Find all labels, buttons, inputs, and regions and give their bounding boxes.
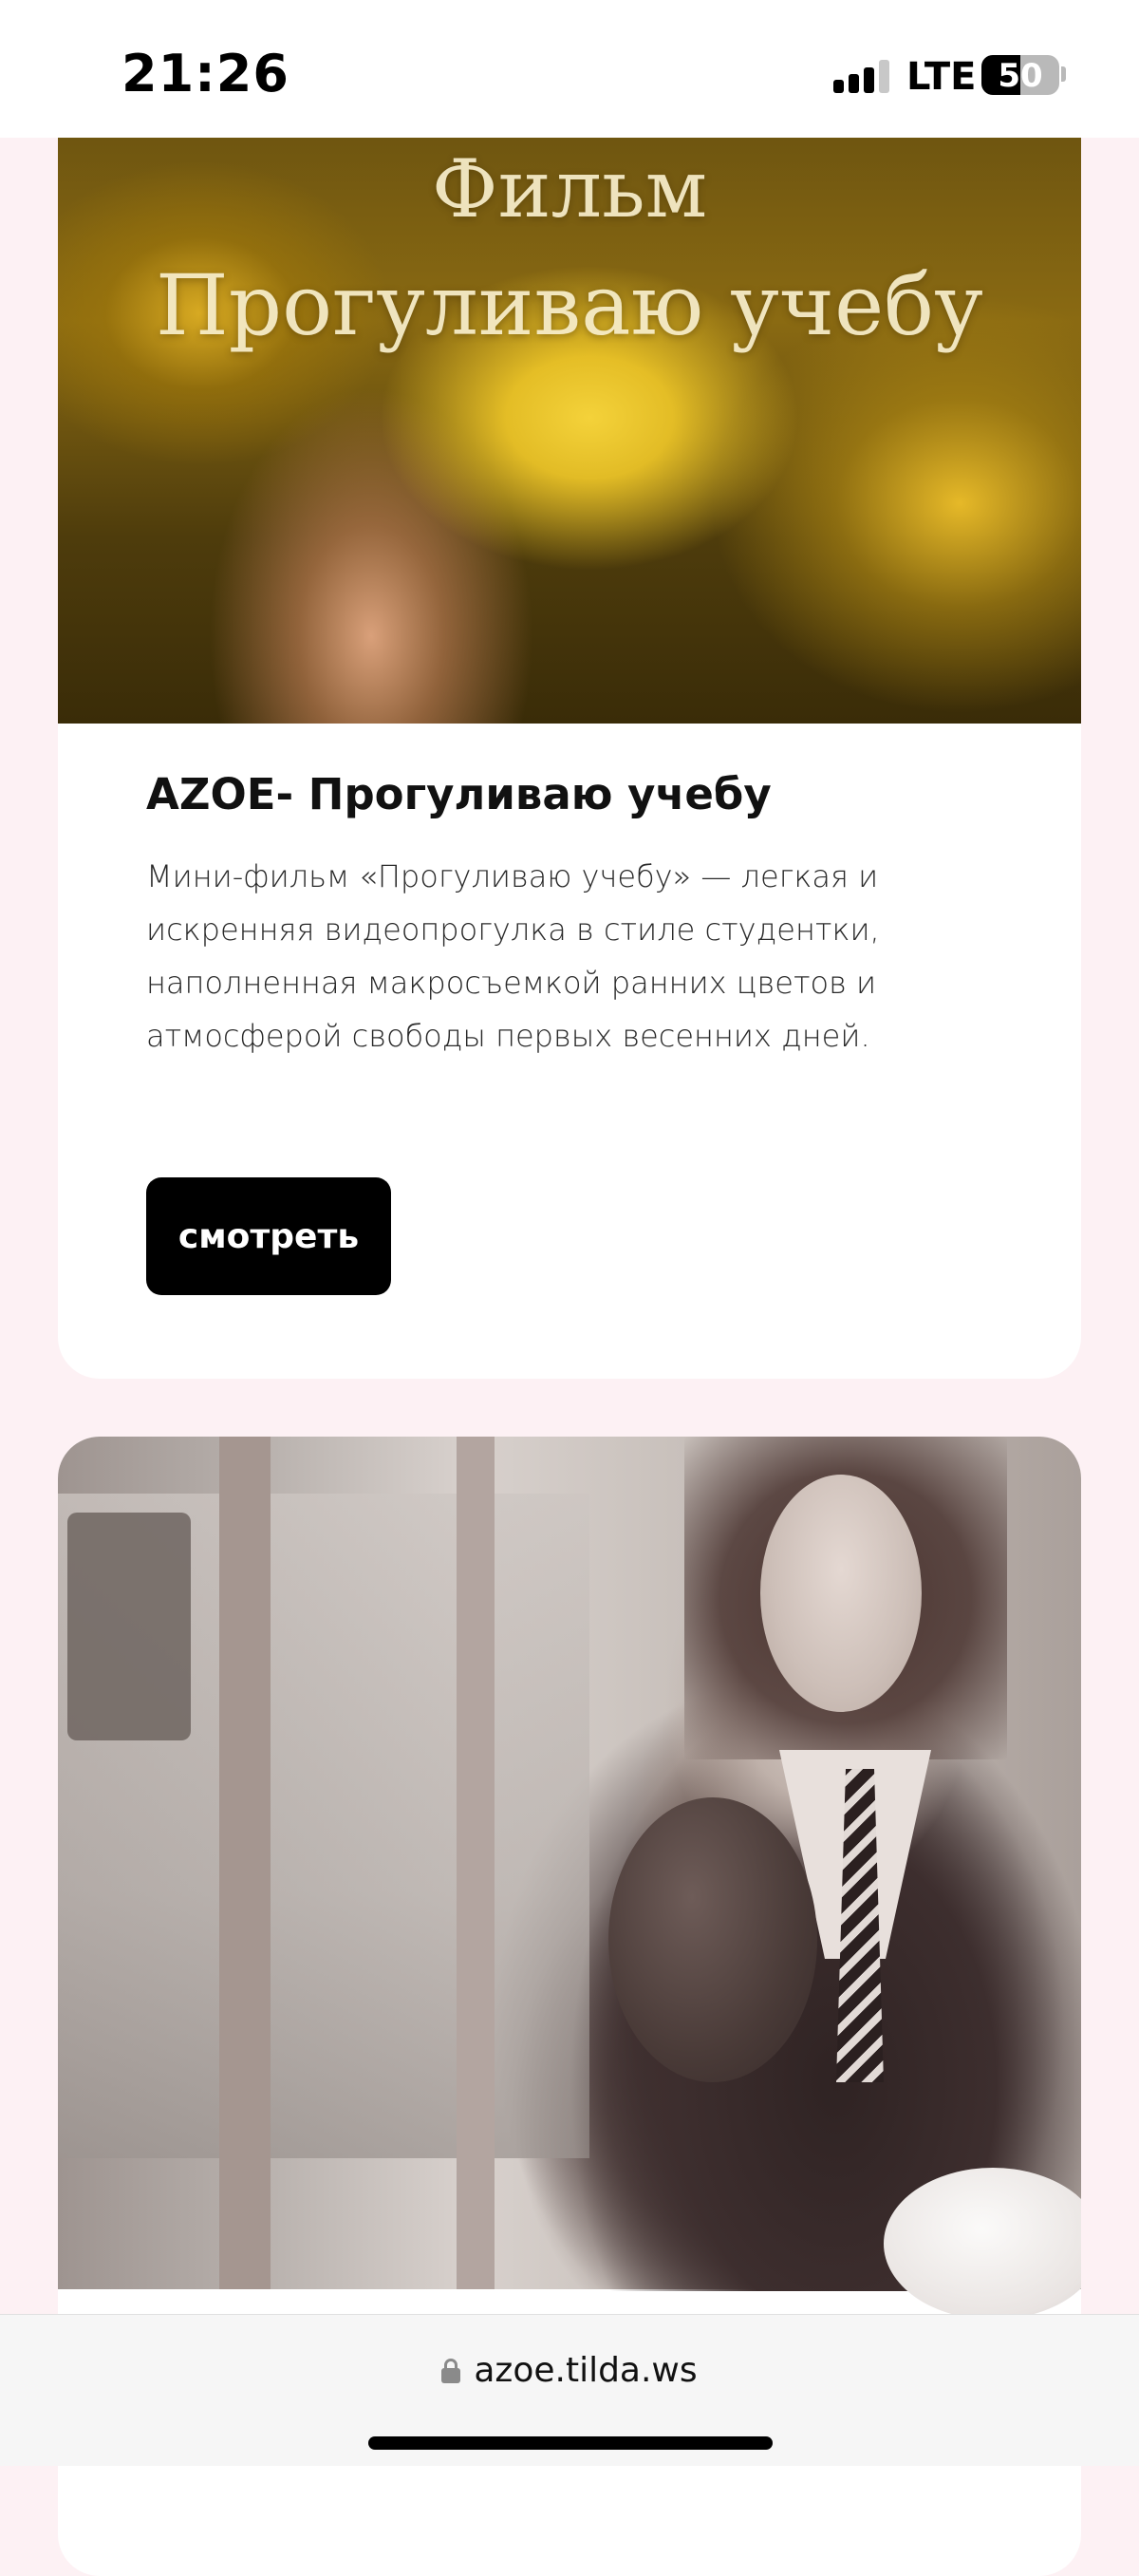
film-cover-image-2[interactable] — [58, 1437, 1081, 2320]
film-cover-image[interactable]: Фильм Прогуливаю учебу — [58, 104, 1081, 724]
address-text: azoe.tilda.ws — [474, 2351, 698, 2390]
wooden-post — [457, 1437, 495, 2289]
person-face — [760, 1475, 922, 1712]
status-bar: 21:26 LTE 50 — [0, 0, 1139, 138]
cover-title-line2: Прогуливаю учебу — [156, 256, 983, 354]
card-title: AZOE- Прогуливаю учебу — [146, 769, 772, 819]
battery-nub — [1061, 66, 1066, 82]
network-type: LTE — [906, 55, 977, 99]
battery-level: 50 — [998, 57, 1043, 95]
home-indicator[interactable] — [368, 2436, 773, 2450]
cover-title-line1: Фильм — [431, 142, 708, 235]
card-description: Мини-фильм «Прогуливаю учебу» — легкая и… — [146, 858, 880, 1054]
battery-icon: 50 — [981, 55, 1059, 95]
person-knee — [608, 1797, 817, 2082]
person-shoe — [884, 2168, 1081, 2320]
van-window — [67, 1513, 191, 1740]
film-card: Фильм Прогуливаю учебу AZOE- Прогуливаю … — [58, 104, 1081, 1379]
wooden-post — [219, 1437, 271, 2289]
address-bar[interactable]: azoe.tilda.ws — [0, 2351, 1139, 2390]
watch-button[interactable]: смотреть — [146, 1177, 391, 1295]
status-time: 21:26 — [121, 44, 289, 103]
signal-strength-icon — [833, 59, 890, 93]
card-body: AZOE- Прогуливаю учебу Мини-фильм «Прогу… — [146, 769, 1000, 1062]
lock-icon — [441, 2359, 461, 2383]
browser-bottom-bar: azoe.tilda.ws — [0, 2314, 1139, 2466]
